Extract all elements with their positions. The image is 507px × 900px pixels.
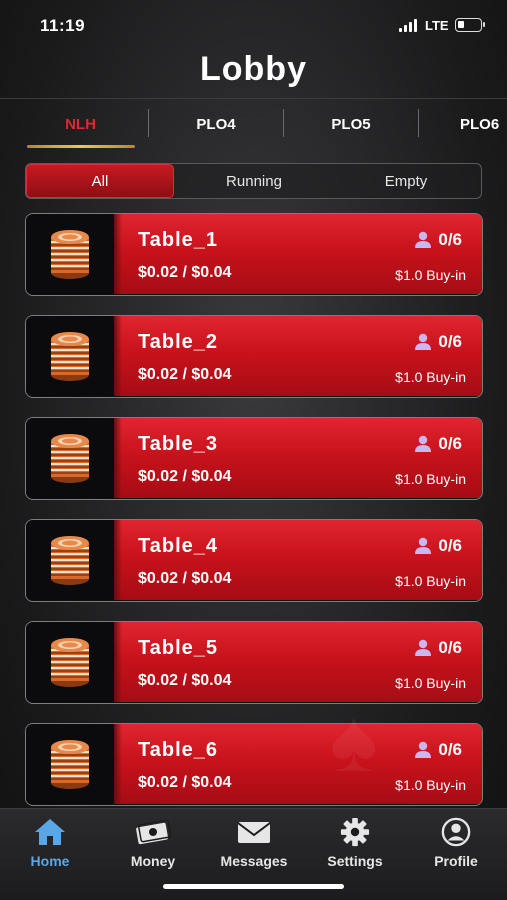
table-card[interactable]: Table_2 $0.02 / $0.04 0/6 $1.0 Buy-in [25, 315, 483, 398]
table-card[interactable]: Table_3 $0.02 / $0.04 0/6 $1.0 Buy-in [25, 417, 483, 500]
chip-stack-icon [26, 520, 114, 600]
spade-watermark: ♠ [330, 691, 378, 791]
table-stakes: $0.02 / $0.04 [138, 672, 232, 689]
players-count: 0/6 [438, 434, 462, 453]
chip-stack-icon [26, 316, 114, 396]
table-players: 0/6 [414, 332, 462, 352]
nav-money[interactable]: Money [103, 817, 203, 877]
nav-settings[interactable]: Settings [305, 817, 405, 877]
tab-plo6[interactable]: PLO6 [430, 99, 507, 149]
table-name: Table_6 [138, 739, 218, 761]
game-tabs: NLH PLO4 PLO5 PLO6 [0, 98, 507, 148]
table-stakes: $0.02 / $0.04 [138, 366, 232, 383]
chip-stack-icon [26, 622, 114, 702]
gear-icon [340, 817, 370, 847]
network-label: LTE [425, 18, 449, 33]
home-icon [35, 819, 65, 845]
chip-stack-icon [26, 724, 114, 804]
nav-profile[interactable]: Profile [406, 817, 506, 877]
table-card-body: Table_6 $0.02 / $0.04 0/6 $1.0 Buy-in [114, 724, 482, 804]
table-filter: All Running Empty [25, 163, 482, 199]
page-title: Lobby [200, 50, 307, 88]
status-bar: 11:19 LTE [0, 0, 507, 50]
profile-icon [441, 817, 471, 847]
filter-all[interactable]: All [26, 164, 174, 198]
nav-home-label: Home [30, 853, 70, 869]
nav-profile-label: Profile [434, 853, 478, 869]
table-players: 0/6 [414, 230, 462, 250]
players-count: 0/6 [438, 740, 462, 759]
table-stakes: $0.02 / $0.04 [138, 264, 232, 281]
table-players: 0/6 [414, 434, 462, 454]
table-players: 0/6 [414, 638, 462, 658]
table-stakes: $0.02 / $0.04 [138, 468, 232, 485]
table-stakes: $0.02 / $0.04 [138, 774, 232, 791]
chip-stack-icon [26, 418, 114, 498]
table-name: Table_4 [138, 535, 218, 557]
table-name: Table_5 [138, 637, 218, 659]
person-icon [415, 333, 432, 350]
table-card-body: Table_5 $0.02 / $0.04 0/6 $1.0 Buy-in [114, 622, 482, 702]
tab-plo4[interactable]: PLO4 [165, 99, 267, 149]
table-players: 0/6 [414, 536, 462, 556]
tab-plo5[interactable]: PLO5 [300, 99, 402, 149]
lobby-screen: 11:19 LTE Lobby NLH PLO4 PLO5 PLO6 All R… [0, 0, 507, 900]
table-buyin: $1.0 Buy-in [395, 777, 466, 793]
table-players: 0/6 [414, 740, 462, 760]
table-card[interactable]: Table_1 $0.02 / $0.04 0/6 $1.0 Buy-in [25, 213, 483, 296]
players-count: 0/6 [438, 536, 462, 555]
filter-empty[interactable]: Empty [332, 164, 480, 198]
table-card-body: Table_3 $0.02 / $0.04 0/6 $1.0 Buy-in [114, 418, 482, 498]
table-name: Table_1 [138, 229, 218, 251]
table-card-body: Table_2 $0.02 / $0.04 0/6 $1.0 Buy-in [114, 316, 482, 396]
money-icon [136, 819, 172, 845]
table-buyin: $1.0 Buy-in [395, 369, 466, 385]
table-card[interactable]: Table_6 $0.02 / $0.04 0/6 $1.0 Buy-in [25, 723, 483, 806]
nav-settings-label: Settings [327, 853, 383, 869]
nav-messages[interactable]: Messages [204, 817, 304, 877]
table-name: Table_3 [138, 433, 218, 455]
table-buyin: $1.0 Buy-in [395, 675, 466, 691]
table-card[interactable]: Table_5 $0.02 / $0.04 0/6 $1.0 Buy-in [25, 621, 483, 704]
status-time: 11:19 [40, 16, 86, 35]
table-card-body: Table_1 $0.02 / $0.04 0/6 $1.0 Buy-in [114, 214, 482, 294]
tab-nlh[interactable]: NLH [28, 99, 133, 149]
person-icon [415, 537, 432, 554]
signal-icon [399, 19, 419, 32]
person-icon [415, 231, 432, 248]
players-count: 0/6 [438, 332, 462, 351]
envelope-icon [237, 822, 271, 843]
person-icon [415, 435, 432, 452]
tab-divider [283, 109, 284, 137]
nav-home[interactable]: Home [0, 817, 100, 877]
tab-divider [148, 109, 149, 137]
table-name: Table_2 [138, 331, 218, 353]
active-tab-indicator [27, 145, 135, 148]
nav-messages-label: Messages [220, 853, 288, 869]
tab-divider [418, 109, 419, 137]
table-buyin: $1.0 Buy-in [395, 573, 466, 589]
table-buyin: $1.0 Buy-in [395, 267, 466, 283]
person-icon [415, 741, 432, 758]
table-buyin: $1.0 Buy-in [395, 471, 466, 487]
players-count: 0/6 [438, 638, 462, 657]
players-count: 0/6 [438, 230, 462, 249]
table-stakes: $0.02 / $0.04 [138, 570, 232, 587]
home-indicator [163, 884, 344, 889]
chip-stack-icon [26, 214, 114, 294]
person-icon [415, 639, 432, 656]
table-card-body: Table_4 $0.02 / $0.04 0/6 $1.0 Buy-in [114, 520, 482, 600]
filter-running[interactable]: Running [180, 164, 328, 198]
battery-icon [455, 18, 485, 32]
table-card[interactable]: Table_4 $0.02 / $0.04 0/6 $1.0 Buy-in [25, 519, 483, 602]
nav-money-label: Money [130, 853, 176, 869]
